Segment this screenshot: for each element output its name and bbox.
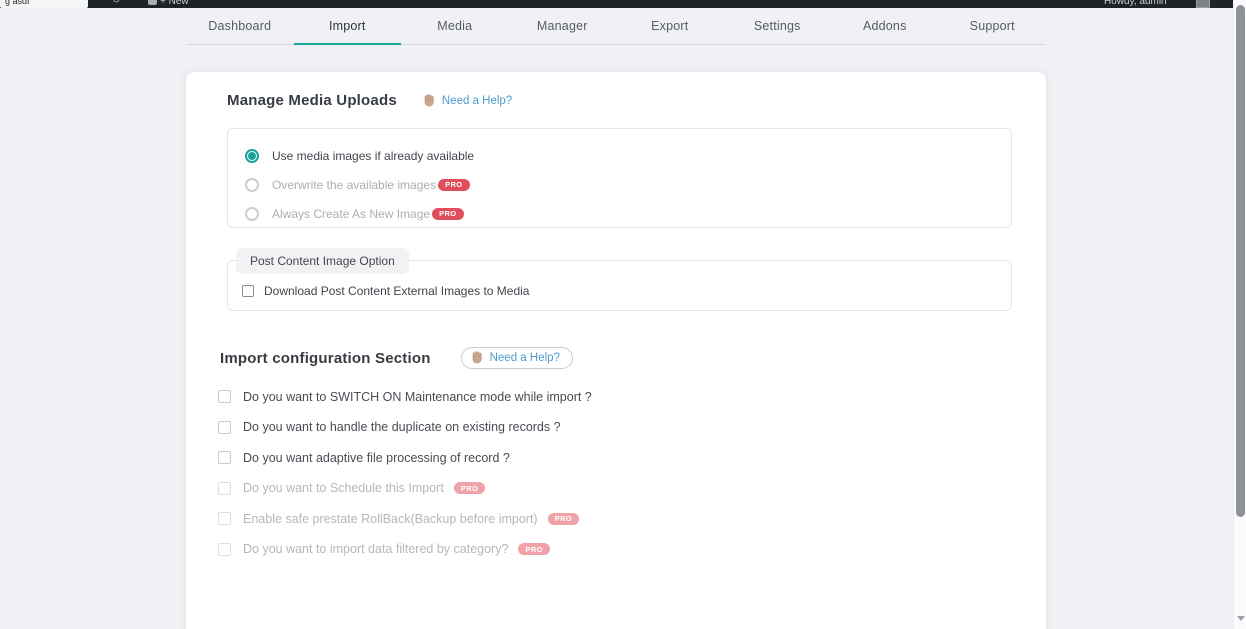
config-options-list: Do you want to SWITCH ON Maintenance mod… <box>218 390 1046 556</box>
hand-icon <box>471 351 484 364</box>
tab-label: Media <box>437 19 472 33</box>
radio-selected-icon[interactable] <box>245 149 259 163</box>
tab-dashboard[interactable]: Dashboard <box>186 8 294 45</box>
media-options-box: Use media images if already available Ov… <box>227 128 1012 228</box>
tab-import[interactable]: Import <box>294 8 402 45</box>
radio-option-use-existing[interactable]: Use media images if already available <box>245 141 1011 170</box>
need-help-button-config[interactable]: Need a Help? <box>461 347 573 369</box>
new-menu-item[interactable]: + New <box>160 0 189 7</box>
site-name-box[interactable]: g asdf <box>0 0 88 8</box>
comments-icon[interactable] <box>148 0 157 5</box>
main-card: Manage Media Uploads Need a Help? Use me… <box>186 72 1046 629</box>
option-adaptive-processing[interactable]: Do you want adaptive file processing of … <box>218 451 1046 464</box>
section-title-config: Import configuration Section <box>220 350 431 367</box>
tab-media[interactable]: Media <box>401 8 509 45</box>
radio-label: Use media images if already available <box>272 149 474 163</box>
tab-label: Dashboard <box>208 19 271 33</box>
tab-manager[interactable]: Manager <box>509 8 617 45</box>
option-label: Do you want to SWITCH ON Maintenance mod… <box>243 390 592 404</box>
need-help-label: Need a Help? <box>442 95 512 107</box>
checkbox-unchecked-icon[interactable] <box>218 421 231 434</box>
tab-support[interactable]: Support <box>939 8 1047 45</box>
howdy-label[interactable]: Howdy, admin <box>1104 0 1167 7</box>
scroll-down-arrow-icon[interactable] <box>1237 616 1245 621</box>
checkbox-disabled-icon <box>218 543 231 556</box>
option-label: Do you want to import data filtered by c… <box>243 542 508 556</box>
config-section-header: Import configuration Section Need a Help… <box>220 347 1046 369</box>
radio-unselected-icon[interactable] <box>245 178 259 192</box>
plugin-nav: Dashboard Import Media Manager Export Se… <box>186 8 1046 45</box>
avatar[interactable] <box>1196 0 1210 8</box>
tab-label: Settings <box>754 19 801 33</box>
radio-option-overwrite[interactable]: Overwrite the available images PRO <box>245 170 1011 199</box>
tab-label: Manager <box>537 19 588 33</box>
pro-badge: PRO <box>438 179 469 191</box>
option-filter-by-category[interactable]: Do you want to import data filtered by c… <box>218 543 1046 556</box>
radio-unselected-icon[interactable] <box>245 207 259 221</box>
checkbox-unchecked-icon[interactable] <box>218 390 231 403</box>
tab-label: Export <box>651 19 688 33</box>
checkbox-unchecked-icon[interactable] <box>242 285 254 297</box>
tab-label: Support <box>970 19 1015 33</box>
tab-addons[interactable]: Addons <box>831 8 939 45</box>
hand-icon <box>423 94 436 107</box>
option-maintenance-mode[interactable]: Do you want to SWITCH ON Maintenance mod… <box>218 390 1046 403</box>
checkbox-unchecked-icon[interactable] <box>218 451 231 464</box>
site-name: g asdf <box>5 0 30 6</box>
post-content-group-label: Post Content Image Option <box>236 248 409 274</box>
tab-label: Addons <box>863 19 907 33</box>
radio-option-create-new[interactable]: Always Create As New Image PRO <box>245 199 1011 228</box>
tab-settings[interactable]: Settings <box>724 8 832 45</box>
scrollbar-thumb[interactable] <box>1236 5 1245 517</box>
option-label: Do you want to Schedule this Import <box>243 481 444 495</box>
need-help-link-media[interactable]: Need a Help? <box>423 94 512 107</box>
checkbox-disabled-icon <box>218 482 231 495</box>
option-schedule-import[interactable]: Do you want to Schedule this Import PRO <box>218 482 1046 495</box>
post-content-group: Post Content Image Option Download Post … <box>227 260 1012 311</box>
radio-label: Overwrite the available images <box>272 178 436 192</box>
download-external-images-option[interactable]: Download Post Content External Images to… <box>242 284 1011 298</box>
option-handle-duplicates[interactable]: Do you want to handle the duplicate on e… <box>218 421 1046 434</box>
checkbox-disabled-icon <box>218 512 231 525</box>
section-title-media: Manage Media Uploads <box>227 92 397 109</box>
checkbox-label: Download Post Content External Images to… <box>264 284 529 298</box>
pro-badge: PRO <box>454 482 485 494</box>
tab-export[interactable]: Export <box>616 8 724 45</box>
media-section-header: Manage Media Uploads Need a Help? <box>227 92 1046 109</box>
pro-badge: PRO <box>432 208 463 220</box>
radio-label: Always Create As New Image <box>272 207 430 221</box>
tab-label: Import <box>329 19 366 33</box>
option-label: Enable safe prestate RollBack(Backup bef… <box>243 512 538 526</box>
option-label: Do you want adaptive file processing of … <box>243 451 510 465</box>
pro-badge: PRO <box>518 543 549 555</box>
option-rollback[interactable]: Enable safe prestate RollBack(Backup bef… <box>218 512 1046 525</box>
updates-icon[interactable]: ↻ <box>112 0 120 6</box>
need-help-label: Need a Help? <box>490 352 560 364</box>
option-label: Do you want to handle the duplicate on e… <box>243 420 561 434</box>
pro-badge: PRO <box>548 513 579 525</box>
wp-admin-bar: g asdf ↻ + New Howdy, admin <box>0 0 1233 8</box>
scrollbar-track[interactable] <box>1233 0 1246 629</box>
